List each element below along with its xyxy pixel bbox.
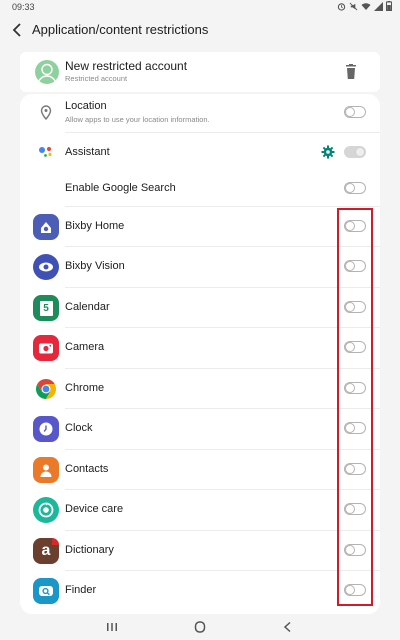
app-label: Device care bbox=[65, 503, 124, 515]
dictionary-badge: a bbox=[41, 542, 51, 559]
app-row-clock[interactable]: Clock bbox=[20, 409, 380, 450]
app-label: Bixby Home bbox=[65, 220, 125, 232]
calendar-badge: 5 bbox=[39, 300, 53, 316]
app-label: Finder bbox=[65, 584, 97, 596]
assistant-row[interactable]: Assistant bbox=[20, 133, 380, 171]
location-pin-icon bbox=[40, 105, 52, 121]
app-row-contacts[interactable]: Contacts bbox=[20, 450, 380, 490]
google-assistant-icon bbox=[39, 147, 52, 157]
camera-toggle[interactable] bbox=[344, 341, 366, 353]
page-title: Application/content restrictions bbox=[32, 22, 209, 37]
google-search-row[interactable]: Enable Google Search bbox=[20, 171, 380, 207]
navigation-bar bbox=[0, 614, 400, 640]
clock-icon bbox=[33, 416, 59, 442]
app-row-bixby-vision[interactable]: Bixby Vision bbox=[20, 247, 380, 288]
gear-icon[interactable] bbox=[321, 145, 335, 159]
app-label: Chrome bbox=[65, 382, 105, 394]
bixby-vision-toggle[interactable] bbox=[344, 260, 366, 272]
location-toggle[interactable] bbox=[344, 106, 366, 118]
avatar bbox=[35, 60, 59, 84]
home-icon[interactable] bbox=[192, 620, 208, 634]
status-icons bbox=[337, 1, 392, 11]
dictionary-icon: a bbox=[33, 538, 59, 564]
restricted-account-card: New restricted account Restricted accoun… bbox=[20, 52, 380, 92]
finder-toggle[interactable] bbox=[344, 584, 366, 596]
app-header: Application/content restrictions bbox=[0, 14, 400, 48]
wifi-icon bbox=[361, 2, 371, 10]
app-label: Camera bbox=[65, 341, 105, 353]
settings-list: Location Allow apps to use your location… bbox=[20, 94, 380, 614]
assistant-toggle[interactable] bbox=[344, 146, 366, 158]
back-icon[interactable] bbox=[280, 620, 296, 634]
contacts-toggle[interactable] bbox=[344, 463, 366, 475]
chrome-toggle[interactable] bbox=[344, 382, 366, 394]
status-bar: 09:33 bbox=[0, 0, 400, 14]
app-row-device-care[interactable]: Device care bbox=[20, 490, 380, 531]
finder-icon bbox=[33, 578, 59, 604]
app-row-finder[interactable]: Finder bbox=[20, 571, 380, 612]
calendar-icon: 5 bbox=[33, 295, 59, 321]
location-label: Location bbox=[65, 100, 107, 112]
bixby-vision-icon bbox=[33, 254, 59, 280]
assistant-label: Assistant bbox=[65, 146, 110, 158]
camera-icon bbox=[33, 335, 59, 361]
app-row-chrome[interactable]: Chrome bbox=[20, 369, 380, 409]
back-arrow-icon[interactable] bbox=[8, 19, 28, 41]
app-label: Bixby Vision bbox=[65, 260, 125, 272]
chrome-icon bbox=[33, 376, 59, 402]
person-icon bbox=[37, 63, 57, 83]
alarm-icon bbox=[337, 2, 346, 11]
dictionary-corner bbox=[52, 538, 59, 545]
delete-icon[interactable] bbox=[344, 64, 358, 80]
device-care-icon bbox=[33, 497, 59, 523]
location-description: Allow apps to use your location informat… bbox=[65, 115, 210, 124]
app-label: Contacts bbox=[65, 463, 109, 475]
status-time: 09:33 bbox=[12, 2, 35, 12]
google-search-label: Enable Google Search bbox=[65, 182, 176, 194]
app-label: Calendar bbox=[65, 301, 110, 313]
contacts-icon bbox=[33, 457, 59, 483]
bixby-home-icon bbox=[33, 214, 59, 240]
clock-toggle[interactable] bbox=[344, 422, 366, 434]
app-row-bixby-home[interactable]: Bixby Home bbox=[20, 207, 380, 247]
google-search-toggle[interactable] bbox=[344, 182, 366, 194]
app-row-camera[interactable]: Camera bbox=[20, 328, 380, 369]
recent-apps-icon[interactable] bbox=[104, 620, 120, 634]
signal-icon bbox=[374, 1, 383, 11]
location-row[interactable]: Location Allow apps to use your location… bbox=[20, 94, 380, 133]
dictionary-toggle[interactable] bbox=[344, 544, 366, 556]
account-type: Restricted account bbox=[65, 74, 128, 83]
calendar-toggle[interactable] bbox=[344, 301, 366, 313]
app-row-dictionary[interactable]: a Dictionary bbox=[20, 531, 380, 571]
app-label: Clock bbox=[65, 422, 93, 434]
account-name: New restricted account bbox=[65, 59, 188, 73]
bixby-home-toggle[interactable] bbox=[344, 220, 366, 232]
mute-icon bbox=[349, 2, 358, 10]
app-label: Dictionary bbox=[65, 544, 114, 556]
device-care-toggle[interactable] bbox=[344, 503, 366, 515]
app-row-calendar[interactable]: 5 Calendar bbox=[20, 288, 380, 328]
battery-icon bbox=[386, 1, 392, 11]
